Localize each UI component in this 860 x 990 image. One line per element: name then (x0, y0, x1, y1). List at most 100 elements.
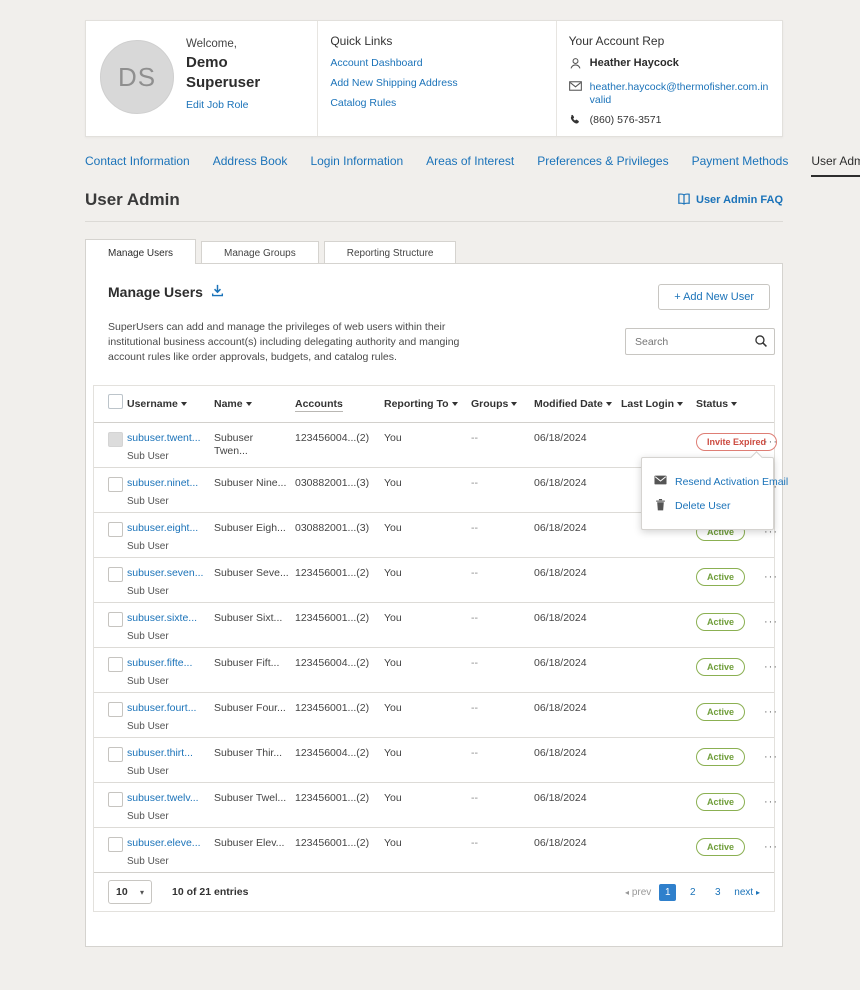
search-box (625, 328, 775, 355)
nav-tab-areas-of-interest[interactable]: Areas of Interest (426, 154, 514, 168)
page-button-1[interactable]: 1 (659, 884, 676, 901)
sort-caret-icon (606, 402, 612, 406)
page-size-select[interactable]: 10▾ (108, 880, 152, 904)
username-link[interactable]: subuser.twent... (127, 432, 208, 445)
menu-item-resend-activation-email[interactable]: Resend Activation Email (642, 470, 773, 493)
page-button-3[interactable]: 3 (709, 884, 726, 901)
tab-manage-groups[interactable]: Manage Groups (201, 241, 319, 263)
username-link[interactable]: subuser.twelv... (127, 792, 208, 805)
username-link[interactable]: subuser.fifte... (127, 657, 208, 670)
edit-job-role-link[interactable]: Edit Job Role (186, 99, 248, 111)
column-header-modified-date[interactable]: Modified Date (534, 398, 621, 410)
column-header-last-login[interactable]: Last Login (621, 398, 696, 410)
quick-link-account-dashboard[interactable]: Account Dashboard (330, 57, 543, 69)
row-checkbox[interactable] (108, 837, 123, 852)
accounts-cell: 123456001...(2) (295, 567, 384, 580)
row-actions-button[interactable]: ··· (764, 661, 778, 673)
row-checkbox[interactable] (108, 477, 123, 492)
status-badge: Active (696, 658, 745, 676)
name-cell: Subuser Fift... (214, 657, 295, 670)
page-title: User Admin (85, 190, 180, 210)
download-icon[interactable] (211, 284, 224, 300)
accounts-cell: 123456001...(2) (295, 792, 384, 805)
sort-caret-icon (511, 402, 517, 406)
table-row: subuser.thirt... Sub User Subuser Thir..… (94, 738, 774, 783)
row-checkbox[interactable] (108, 657, 123, 672)
welcome-section: DS Welcome, Demo Superuser Edit Job Role (86, 21, 318, 136)
username-link[interactable]: subuser.seven... (127, 567, 208, 580)
row-actions-button[interactable]: ··· (764, 841, 778, 853)
chevron-down-icon: ▾ (140, 888, 144, 897)
accounts-cell: 123456004...(2) (295, 657, 384, 670)
groups-cell: -- (471, 702, 534, 715)
account-nav: Contact Information Address Book Login Inf… (85, 154, 783, 175)
accounts-cell: 123456001...(2) (295, 702, 384, 715)
quick-links-title: Quick Links (330, 34, 543, 48)
table-row: subuser.twelv... Sub User Subuser Twel..… (94, 783, 774, 828)
modified-date-cell: 06/18/2024 (534, 432, 621, 445)
nav-tab-preferences-privileges[interactable]: Preferences & Privileges (537, 154, 668, 168)
manage-users-description: SuperUsers can add and manage the privil… (108, 320, 490, 365)
modified-date-cell: 06/18/2024 (534, 612, 621, 625)
username-link[interactable]: subuser.eleve... (127, 837, 208, 850)
user-role: Sub User (127, 585, 208, 598)
row-checkbox[interactable] (108, 747, 123, 762)
column-header-reporting-to[interactable]: Reporting To (384, 398, 471, 410)
accounts-cell: 030882001...(3) (295, 477, 384, 490)
search-input[interactable] (625, 328, 775, 355)
row-actions-button[interactable]: ··· (764, 436, 778, 448)
row-checkbox[interactable] (108, 432, 123, 447)
row-checkbox[interactable] (108, 612, 123, 627)
page-button-2[interactable]: 2 (684, 884, 701, 901)
username-link[interactable]: subuser.ninet... (127, 477, 208, 490)
status-badge: Active (696, 838, 745, 856)
account-rep-email-link[interactable]: heather.haycock@thermofisher.com.invalid (590, 81, 770, 107)
column-header-status[interactable]: Status (696, 398, 764, 410)
envelope-icon (654, 475, 667, 488)
title-divider (85, 221, 783, 222)
nav-tab-login-information[interactable]: Login Information (310, 154, 403, 168)
account-rep-name: Heather Haycock (590, 57, 679, 70)
tab-reporting-structure[interactable]: Reporting Structure (324, 241, 457, 263)
row-checkbox[interactable] (108, 702, 123, 717)
search-icon[interactable] (754, 334, 768, 353)
username-link[interactable]: subuser.thirt... (127, 747, 208, 760)
quick-links-section: Quick Links Account Dashboard Add New Shi… (318, 21, 556, 136)
quick-link-catalog-rules[interactable]: Catalog Rules (330, 97, 543, 109)
row-actions-button[interactable]: ··· (764, 751, 778, 763)
row-checkbox[interactable] (108, 792, 123, 807)
column-header-groups[interactable]: Groups (471, 398, 534, 410)
nav-tab-user-admin[interactable]: User Admin (811, 154, 860, 177)
prev-page-button[interactable]: ◂ prev (625, 887, 651, 898)
table-row: subuser.sixte... Sub User Subuser Sixt..… (94, 603, 774, 648)
row-actions-button[interactable]: ··· (764, 706, 778, 718)
person-icon (569, 57, 583, 74)
username-link[interactable]: subuser.eight... (127, 522, 208, 535)
column-header-name[interactable]: Name (214, 398, 295, 410)
user-role: Sub User (127, 495, 208, 508)
username-link[interactable]: subuser.fourt... (127, 702, 208, 715)
user-role: Sub User (127, 810, 208, 823)
row-actions-button[interactable]: ··· (764, 796, 778, 808)
nav-tab-payment-methods[interactable]: Payment Methods (692, 154, 789, 168)
nav-tab-contact-information[interactable]: Contact Information (85, 154, 190, 168)
status-badge: Active (696, 703, 745, 721)
add-new-user-button[interactable]: + Add New User (658, 284, 770, 310)
quick-link-add-new-shipping-address[interactable]: Add New Shipping Address (330, 77, 543, 89)
user-admin-faq-link[interactable]: User Admin FAQ (677, 193, 783, 208)
row-checkbox[interactable] (108, 522, 123, 537)
column-header-username[interactable]: Username (127, 398, 214, 410)
nav-tab-address-book[interactable]: Address Book (213, 154, 288, 168)
tab-manage-users[interactable]: Manage Users (85, 239, 196, 264)
username-link[interactable]: subuser.sixte... (127, 612, 208, 625)
name-cell: Subuser Thir... (214, 747, 295, 760)
account-rep-phone: (860) 576-3571 (590, 114, 662, 127)
name-cell: Subuser Twel... (214, 792, 295, 805)
row-actions-button[interactable]: ··· (764, 616, 778, 628)
next-page-button[interactable]: next ▸ (734, 887, 760, 898)
row-actions-button[interactable]: ··· (764, 571, 778, 583)
menu-item-delete-user[interactable]: Delete User (642, 493, 773, 519)
row-checkbox[interactable] (108, 567, 123, 582)
reporting-to-cell: You (384, 477, 471, 490)
select-all-checkbox[interactable] (108, 394, 123, 409)
